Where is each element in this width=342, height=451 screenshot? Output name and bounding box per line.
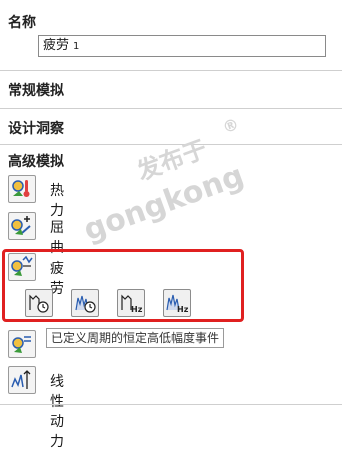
watermark-line1: 发布于 [133, 134, 211, 186]
study-name-input[interactable]: 疲劳 1 [38, 35, 326, 57]
svg-text:Hz: Hz [131, 305, 143, 314]
svg-text:Hz: Hz [177, 305, 189, 314]
advanced-simulation-heading: 高级模拟 [8, 154, 64, 170]
divider [0, 144, 342, 145]
watermark-line2: gongkong [79, 158, 249, 249]
divider [0, 108, 342, 109]
linear-dynamics-label: 线性动力 [50, 374, 64, 450]
buckling-icon[interactable] [8, 212, 36, 240]
study-name-suffix: 1 [73, 41, 80, 52]
watermark-registered: ® [219, 114, 242, 138]
partial-tool-icon[interactable] [8, 330, 36, 358]
random-vibration-fatigue-icon[interactable]: Hz [163, 289, 191, 317]
study-name-value: 疲劳 [43, 38, 70, 53]
general-simulation-heading[interactable]: 常规模拟 [8, 80, 64, 100]
thermal-label: 热力 [50, 183, 64, 219]
tooltip: 已定义周期的恒定高低幅度事件 [46, 328, 225, 348]
divider [0, 70, 342, 71]
constant-amplitude-fatigue-icon[interactable] [25, 289, 53, 317]
name-label: 名称 [8, 15, 36, 31]
variable-amplitude-fatigue-icon[interactable] [71, 289, 99, 317]
design-insight-heading[interactable]: 设计洞察 [8, 118, 64, 138]
thermal-icon[interactable] [8, 175, 36, 203]
divider [0, 404, 342, 405]
harmonic-fatigue-icon[interactable]: Hz [117, 289, 145, 317]
linear-dynamics-icon[interactable] [8, 366, 36, 394]
fatigue-icon[interactable] [8, 253, 36, 281]
